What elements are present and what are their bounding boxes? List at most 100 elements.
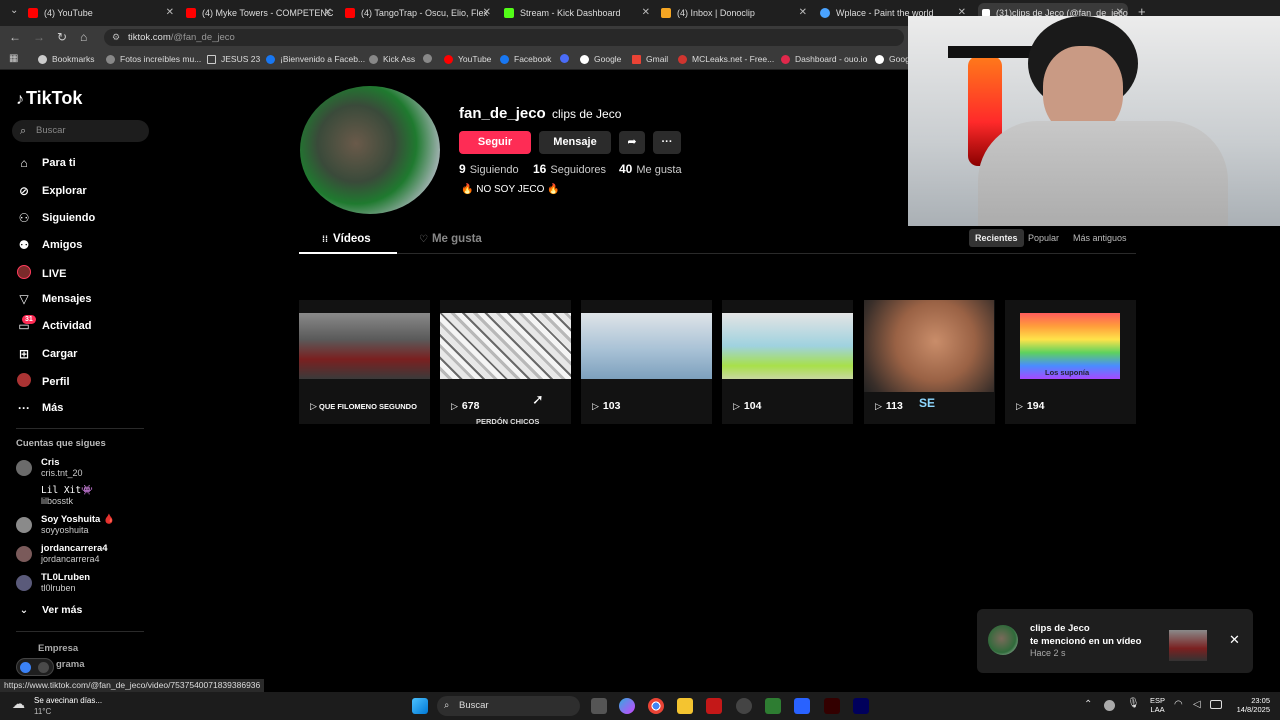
nav-item-perfil[interactable]: Perfil (16, 373, 70, 390)
following-account[interactable]: Cris cris.tnt_20 (16, 457, 83, 479)
home-icon[interactable]: ⌂ (80, 30, 87, 44)
search-input[interactable]: ⌕ Buscar (12, 120, 149, 142)
back-arrow-icon[interactable]: ← (9, 30, 21, 44)
microphone-icon[interactable]: 🎙 (1127, 698, 1140, 709)
bookmark-item[interactable]: MCLeaks.net - Free... (678, 54, 774, 64)
bookmark-item[interactable] (560, 54, 574, 63)
mention-notification[interactable]: clips de Jeco te mencionó en un vídeo Ha… (977, 609, 1253, 673)
nav-item-live[interactable]: LIVE (16, 265, 66, 282)
following-account[interactable]: TL0Lruben tl0lruben (16, 572, 90, 594)
url-field[interactable]: ⚙ tiktok.com/@fan_de_jeco (104, 29, 904, 46)
video-views: ▷ 194 (1016, 400, 1044, 412)
bookmark-item[interactable]: YouTube (444, 54, 491, 64)
stat-following[interactable]: 9 Siguiendo (459, 162, 519, 176)
nav-item-para-ti[interactable]: ⌂ Para ti (16, 156, 75, 170)
copilot-icon[interactable] (619, 698, 635, 714)
taskbar-search[interactable]: ⌕ Buscar (437, 696, 580, 716)
browser-tab[interactable]: (4) TangoTrap - Oscu, Elio, Flex ✕ (345, 3, 495, 23)
weather-text[interactable]: Se avecinan días... (34, 696, 102, 705)
tab-videos[interactable]: ⁞⁞ Vídeos (322, 233, 371, 245)
nav-item-siguiendo[interactable]: ⚇ Siguiendo (16, 211, 96, 225)
search-icon: ⌕ (20, 125, 27, 137)
app-green-icon[interactable] (765, 698, 781, 714)
close-icon[interactable]: ✕ (483, 7, 491, 18)
task-view-icon[interactable] (591, 698, 607, 714)
bookmark-item[interactable]: Dashboard - ouo.io (781, 54, 867, 64)
browser-tab[interactable]: Stream - Kick Dashboard ✕ (504, 3, 654, 23)
volume-icon[interactable]: ◁ (1193, 699, 1201, 710)
youtube-icon (444, 54, 453, 64)
sort-mas-antiguos[interactable]: Más antiguos (1067, 229, 1133, 247)
browser-tab[interactable]: (4) Myke Towers - COMPETENC ✕ (186, 3, 336, 23)
clock[interactable]: 23:05 14/8/2025 (1228, 696, 1270, 714)
close-icon[interactable]: ✕ (642, 7, 650, 18)
bookmark-item[interactable]: Gmail (632, 54, 668, 64)
bookmark-item[interactable] (423, 54, 437, 63)
footer-link-empresa[interactable]: Empresa (38, 643, 78, 654)
video-card[interactable]: ▷ QUE FILOMENO SEGUNDO (299, 300, 430, 424)
following-account[interactable]: Lil Xit👾 lilbosstk (16, 485, 93, 507)
close-icon[interactable]: ✕ (166, 7, 174, 18)
nav-item-mas[interactable]: ··· Más (16, 401, 63, 415)
battery-icon[interactable] (1210, 700, 1222, 709)
tab-list-chevron-icon[interactable]: ⌄ (10, 5, 18, 16)
bookmark-item[interactable]: JESUS 23 (207, 54, 260, 64)
illustrator-icon[interactable] (824, 698, 840, 714)
close-icon[interactable]: ✕ (799, 7, 807, 18)
video-card[interactable]: ▷ 678 PERDÓN CHICOS (440, 300, 571, 426)
reload-icon[interactable]: ↻ (57, 30, 67, 44)
wifi-icon[interactable]: ◠ (1174, 699, 1183, 710)
stat-followers[interactable]: 16 Seguidores (533, 162, 606, 176)
tray-app-icon[interactable] (1104, 700, 1115, 711)
bookmark-item[interactable]: Google (580, 54, 621, 64)
bookmark-item[interactable]: Fotos increíbles mu... (106, 54, 201, 64)
site-info-icon[interactable]: ⚙ (112, 29, 120, 46)
play-icon: ▷ (592, 401, 599, 411)
bookmark-item[interactable]: Bookmarks (38, 54, 95, 64)
views-count: 104 (743, 400, 762, 412)
settings-gear-icon[interactable] (736, 698, 752, 714)
windows-start-icon[interactable] (412, 698, 428, 714)
bookmark-item[interactable]: Kick Ass (369, 54, 415, 64)
floating-app-badge[interactable] (16, 658, 54, 676)
browser-tab[interactable]: (4) Inbox | Donoclip ✕ (661, 3, 811, 23)
follow-button[interactable]: Seguir (459, 131, 531, 154)
apps-grid-icon[interactable]: ▦ (9, 53, 18, 64)
sort-popular[interactable]: Popular (1022, 229, 1065, 247)
chrome-icon[interactable] (648, 698, 664, 714)
close-icon[interactable]: ✕ (1229, 632, 1240, 648)
nav-item-amigos[interactable]: ⚉ Amigos (16, 238, 83, 252)
tiktok-logo[interactable]: ♪ TikTok (16, 88, 82, 109)
mouse-cursor-icon: ➚ (532, 391, 544, 407)
language-indicator[interactable]: ESP LAA (1150, 696, 1165, 714)
see-more-link[interactable]: ⌄ Ver más (16, 604, 83, 616)
video-card[interactable]: ▷ 113 SE (864, 300, 995, 424)
share-button[interactable]: ➦ (619, 131, 645, 154)
nav-item-explorar[interactable]: ⊘ Explorar (16, 184, 87, 198)
premiere-icon[interactable] (853, 698, 869, 714)
video-card[interactable]: ▷ 104 (722, 300, 853, 424)
app-red-icon[interactable] (706, 698, 722, 714)
close-icon[interactable]: ✕ (324, 7, 332, 18)
video-card[interactable]: ▷ 103 (581, 300, 712, 424)
browser-tab[interactable]: (4) YouTube ✕ (28, 3, 178, 23)
nav-item-mensajes[interactable]: ▽ Mensajes (16, 292, 91, 306)
bookmark-item[interactable]: ¡Bienvenido a Faceb... (266, 54, 365, 64)
bookmark-item[interactable]: Facebook (500, 54, 551, 64)
app-blue-icon[interactable] (794, 698, 810, 714)
nav-item-cargar[interactable]: ⊞ Cargar (16, 347, 78, 361)
nav-item-actividad[interactable]: ▭ 31 Actividad (16, 315, 92, 333)
forward-arrow-icon[interactable]: → (33, 30, 45, 44)
profile-avatar[interactable] (300, 86, 440, 214)
following-account[interactable]: Soy Yoshuita 🩸 soyyoshuita (16, 514, 115, 536)
chevron-up-icon[interactable]: ⌃ (1084, 699, 1092, 710)
footer-link-programa[interactable]: grama (56, 659, 85, 670)
following-account[interactable]: jordancarrera4 jordancarrera4 (16, 543, 108, 565)
message-button[interactable]: Mensaje (539, 131, 611, 154)
file-explorer-icon[interactable] (677, 698, 693, 714)
video-card[interactable]: Los suponía ▷ 194 (1005, 300, 1136, 424)
more-options-button[interactable]: ··· (653, 131, 681, 154)
bookmark-item[interactable]: Goog (875, 54, 910, 64)
sort-recientes[interactable]: Recientes (969, 229, 1024, 247)
tab-likes[interactable]: ♡ Me gusta (419, 233, 482, 245)
